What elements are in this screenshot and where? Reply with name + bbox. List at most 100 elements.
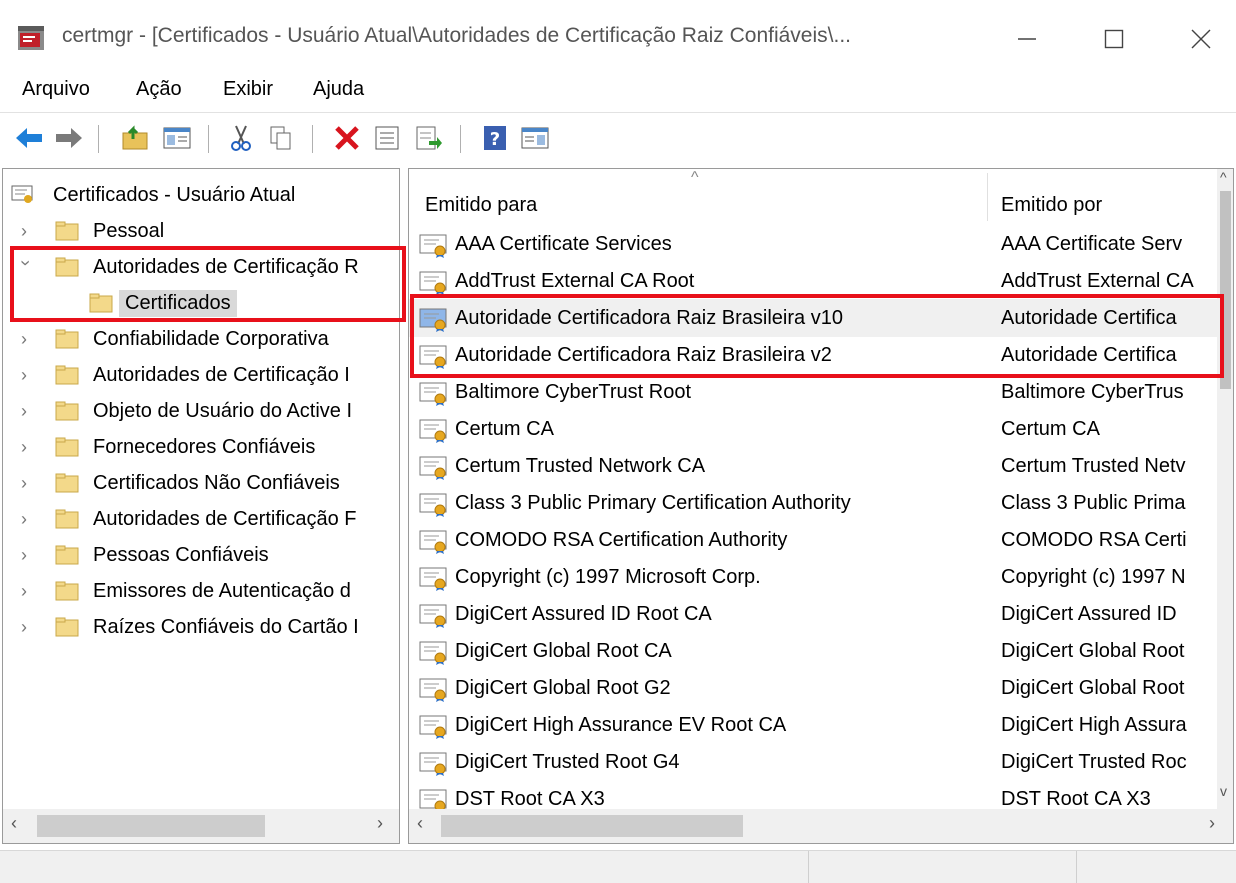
chevron-right-icon[interactable]: › [21,510,35,528]
forward-button[interactable] [52,121,86,155]
tree-item[interactable]: › Confiabilidade Corporativa [3,321,399,357]
tree-item-label: Certificados Não Confiáveis [93,471,340,494]
tree-root[interactable]: Certificados - Usuário Atual [3,177,399,213]
certificate-row[interactable]: Autoridade Certificadora Raiz Brasileira… [409,299,1217,337]
folder-icon [55,221,79,241]
chevron-right-icon[interactable]: › [21,222,35,240]
cut-icon [231,125,251,151]
up-one-level-button[interactable] [118,121,152,155]
tree-item[interactable]: › Pessoas Confiáveis [3,537,399,573]
certificate-row[interactable]: DigiCert Assured ID Root CA DigiCert Assu… [409,595,1217,633]
tree-item-certificados[interactable]: Certificados [3,285,399,321]
list-vertical-scrollbar[interactable]: ^ v [1217,169,1233,809]
console-tree-pane[interactable]: Certificados - Usuário Atual › Pessoal ›… [2,168,400,844]
cut-button[interactable] [224,121,258,155]
scroll-right-icon[interactable]: › [1209,813,1215,834]
certificate-row[interactable]: DigiCert High Assurance EV Root CA DigiCe… [409,706,1217,744]
close-button[interactable] [1178,16,1224,62]
tree-item[interactable]: › Certificados Não Confiáveis [3,465,399,501]
certificate-row[interactable]: Certum CA Certum CA [409,410,1217,448]
sort-ascending-icon: ^ [691,169,699,186]
column-header-issued-to[interactable]: Emitido para [425,169,537,225]
cell-issued-by: AAA Certificate Serv [1001,233,1183,255]
scroll-left-icon[interactable]: ‹ [11,813,17,834]
tree-item-label: Autoridades de Certificação R [93,255,359,278]
chevron-right-icon[interactable]: › [21,474,35,492]
show-hide-console-tree-button[interactable] [160,121,194,155]
tree-item[interactable]: › Autoridades de Certificação I [3,357,399,393]
list-horizontal-scrollbar[interactable]: ‹ › [409,809,1233,843]
certificate-row[interactable]: Certum Trusted Network CA Certum Trusted … [409,447,1217,485]
chevron-right-icon[interactable]: › [21,438,35,456]
scrollbar-thumb[interactable] [441,815,743,837]
tree-item[interactable]: › Raízes Confiáveis do Cartão I [3,609,399,645]
tree-item-label: Raízes Confiáveis do Cartão I [93,615,359,638]
tree-item[interactable]: › Emissores de Autenticação d [3,573,399,609]
chevron-down-icon[interactable]: › [16,260,36,274]
cell-issued-to: DigiCert Assured ID Root CA [455,603,712,625]
export-list-icon [416,126,442,150]
scrollbar-thumb[interactable] [1220,191,1231,389]
tree-item-pessoal[interactable]: › Pessoal [3,213,399,249]
delete-button[interactable] [330,121,364,155]
certificate-list-pane[interactable]: ^ Emitido para Emitido por AAA Certifica… [408,168,1234,844]
column-header-issued-by[interactable]: Emitido por [1001,169,1102,225]
tree-item[interactable]: › Objeto de Usuário do Active I [3,393,399,429]
tree-item-trusted-root-ca[interactable]: › Autoridades de Certificação R [3,249,399,285]
certificate-row[interactable]: AddTrust External CA Root AddTrust Extern… [409,262,1217,300]
certificate-row[interactable]: DigiCert Trusted Root G4 DigiCert Trusted… [409,743,1217,781]
cell-issued-to: Autoridade Certificadora Raiz Brasileira… [455,307,843,329]
export-list-button[interactable] [412,121,446,155]
certificate-icon [419,493,447,517]
certificate-row[interactable]: DigiCert Global Root CA DigiCert Global R… [409,632,1217,670]
cell-issued-by: Copyright (c) 1997 N [1001,566,1186,588]
copy-button[interactable] [264,121,298,155]
cell-issued-to: Certum Trusted Network CA [455,455,706,477]
chevron-right-icon[interactable]: › [21,546,35,564]
cell-issued-to: Copyright (c) 1997 Microsoft Corp. [455,566,761,588]
tree-item-label: Certificados [119,289,237,317]
chevron-right-icon[interactable]: › [21,618,35,636]
certificate-icon [419,604,447,628]
tree-horizontal-scrollbar[interactable]: ‹ › [3,809,399,843]
certificate-row[interactable]: Copyright (c) 1997 Microsoft Corp. Copyri… [409,558,1217,596]
help-button[interactable]: ? [478,121,512,155]
cell-issued-by: Certum Trusted Netv [1001,455,1186,477]
tree-item[interactable]: › Fornecedores Confiáveis [3,429,399,465]
minimize-button[interactable] [1004,16,1050,62]
chevron-right-icon[interactable]: › [21,366,35,384]
show-hide-action-pane-button[interactable] [518,121,552,155]
back-button[interactable] [12,121,46,155]
chevron-right-icon[interactable]: › [21,582,35,600]
menu-arquivo[interactable]: Arquivo [22,78,90,101]
certificate-row[interactable]: COMODO RSA Certification Authority COMODO… [409,521,1217,559]
cell-issued-to: DigiCert Trusted Root G4 [455,751,680,773]
menu-ajuda[interactable]: Ajuda [313,78,364,101]
menu-acao[interactable]: Ação [136,78,182,101]
properties-button[interactable] [370,121,404,155]
scroll-right-icon[interactable]: › [377,813,383,834]
certificate-row[interactable]: Class 3 Public Primary Certification Aut… [409,484,1217,522]
tree-item[interactable]: › Autoridades de Certificação F [3,501,399,537]
menu-exibir[interactable]: Exibir [223,78,273,101]
certificate-row[interactable]: DigiCert Global Root G2 DigiCert Global R… [409,669,1217,707]
cell-issued-to: Class 3 Public Primary Certification Aut… [455,492,851,514]
cell-issued-by: Autoridade Certifica [1001,307,1177,329]
folder-icon [55,329,79,349]
maximize-button[interactable] [1091,16,1137,62]
delete-icon [335,126,359,150]
cell-issued-to: DigiCert High Assurance EV Root CA [455,714,787,736]
cell-issued-by: DigiCert High Assura [1001,714,1187,736]
chevron-right-icon[interactable]: › [21,330,35,348]
cell-issued-by: Baltimore CyberTrus [1001,381,1184,403]
certificate-row[interactable]: Baltimore CyberTrust Root Baltimore Cyber… [409,373,1217,411]
scroll-down-icon[interactable]: v [1220,783,1227,799]
chevron-right-icon[interactable]: › [21,402,35,420]
scroll-left-icon[interactable]: ‹ [417,813,423,834]
certificate-row[interactable]: Autoridade Certificadora Raiz Brasileira… [409,336,1217,374]
scroll-up-icon[interactable]: ^ [1220,169,1227,185]
scrollbar-thumb[interactable] [37,815,265,837]
certificate-row[interactable]: AAA Certificate Services AAA Certificate … [409,225,1217,263]
cell-issued-to: DigiCert Global Root CA [455,640,672,662]
column-divider[interactable] [987,173,988,221]
